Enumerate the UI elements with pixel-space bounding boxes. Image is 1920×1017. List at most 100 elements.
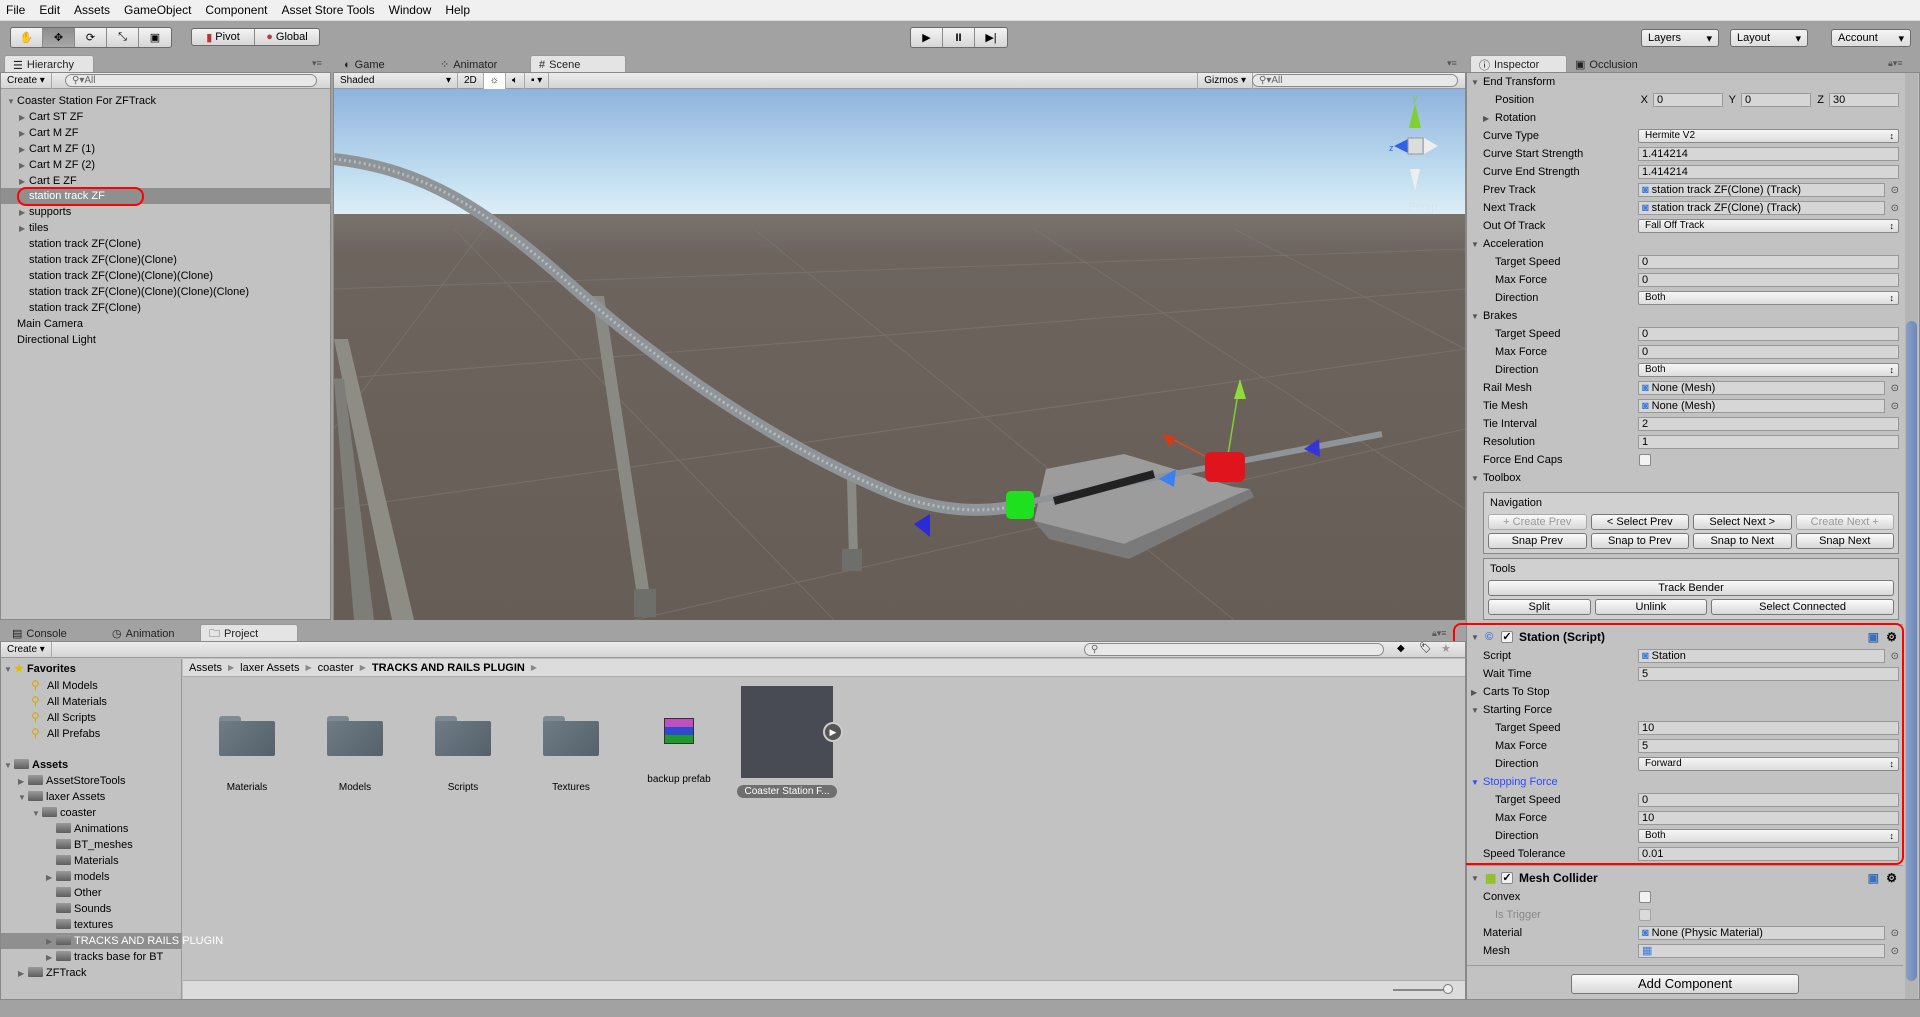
- foldout-carts-to-stop[interactable]: ▶ Carts To Stop: [1467, 683, 1903, 701]
- foldout-stopping-force[interactable]: ▼ Stopping Force: [1467, 773, 1903, 791]
- foldout-end-transform[interactable]: ▼ End Transform: [1467, 73, 1903, 91]
- folder-tree-item[interactable]: ▶ tracks base for BT: [1, 949, 182, 965]
- asset-item[interactable]: Models: [305, 686, 405, 793]
- layout-dropdown[interactable]: Layout ▾: [1730, 29, 1808, 47]
- checkbox[interactable]: [1639, 891, 1651, 903]
- tab-console[interactable]: ▤ Console: [4, 624, 104, 641]
- scrollbar-thumb[interactable]: [1906, 321, 1917, 981]
- hierarchy-item[interactable]: ▶ Cart M ZF: [1, 125, 331, 141]
- object-picker-icon[interactable]: ⊙: [1891, 203, 1899, 214]
- axis-input[interactable]: 0: [1741, 93, 1811, 107]
- favorite-item[interactable]: ⚲ All Models: [1, 677, 182, 693]
- projection-label[interactable]: Persp: [1409, 201, 1438, 213]
- icon-size-slider[interactable]: [1393, 989, 1449, 991]
- scale-tool-icon[interactable]: ⤡: [107, 28, 139, 47]
- hierarchy-item[interactable]: ▶ supports: [1, 204, 331, 220]
- slider-handle[interactable]: [1443, 984, 1453, 994]
- breadcrumb-item[interactable]: TRACKS AND RAILS PLUGIN: [372, 662, 525, 674]
- 2d-toggle[interactable]: 2D: [458, 72, 484, 89]
- folder-tree-item[interactable]: Materials: [1, 853, 182, 869]
- unlink-button[interactable]: Unlink: [1594, 599, 1708, 615]
- object-field[interactable]: ◙ Station: [1638, 649, 1885, 663]
- track-bender-button[interactable]: Track Bender: [1488, 580, 1894, 596]
- menu-assets[interactable]: Assets: [74, 3, 110, 17]
- foldout[interactable]: ▼ Acceleration: [1471, 238, 1544, 250]
- object-field[interactable]: ◙ station track ZF(Clone) (Track): [1638, 183, 1885, 197]
- inspector-scrollbar[interactable]: [1905, 73, 1918, 999]
- select-next-button[interactable]: Select Next >: [1693, 514, 1792, 530]
- tab-hierarchy[interactable]: ☰ Hierarchy: [4, 55, 94, 72]
- help-icon[interactable]: ▣: [1868, 871, 1879, 885]
- foldout-icon[interactable]: ▼: [1471, 633, 1483, 642]
- select-prev-button[interactable]: < Select Prev: [1590, 514, 1689, 530]
- dropdown[interactable]: Both: [1638, 363, 1899, 377]
- object-picker-icon[interactable]: ⊙: [1891, 401, 1899, 412]
- folder-tree-item[interactable]: ▶ TRACKS AND RAILS PLUGIN: [1, 933, 223, 949]
- play-button[interactable]: ▶: [911, 28, 943, 47]
- collapsed-arrow-icon[interactable]: ▶: [1471, 688, 1483, 697]
- dropdown[interactable]: Both: [1638, 291, 1899, 305]
- breadcrumb-item[interactable]: laxer Assets: [240, 662, 299, 674]
- object-picker-icon[interactable]: ⊙: [1891, 383, 1899, 394]
- scene-viewport[interactable]: y z Persp: [334, 89, 1465, 620]
- collapsed-arrow-icon[interactable]: ▶: [19, 126, 29, 142]
- object-picker-icon[interactable]: ⊙: [1891, 651, 1899, 662]
- tab-scene[interactable]: # Scene: [530, 55, 626, 72]
- gear-icon[interactable]: ⚙: [1886, 630, 1897, 644]
- text-input[interactable]: 1.414214: [1638, 165, 1899, 179]
- object-field[interactable]: ▦: [1638, 944, 1885, 958]
- menu-edit[interactable]: Edit: [39, 3, 60, 17]
- step-button[interactable]: ▶|: [975, 28, 1007, 47]
- global-button[interactable]: ● Global: [255, 29, 319, 45]
- hierarchy-item[interactable]: Directional Light: [1, 332, 331, 348]
- tab-inspector[interactable]: ⓘ Inspector: [1470, 55, 1567, 72]
- move-tool-icon[interactable]: ✥: [43, 28, 75, 47]
- collapsed-arrow-icon[interactable]: ▶: [46, 870, 56, 886]
- favorites-header[interactable]: ▼ ★ Favorites: [1, 661, 182, 677]
- gear-icon[interactable]: ⚙: [1886, 871, 1897, 885]
- hierarchy-item[interactable]: ▶ Cart M ZF (2): [1, 157, 331, 173]
- asset-item[interactable]: backup prefab: [629, 686, 729, 785]
- text-input[interactable]: 1: [1638, 435, 1899, 449]
- split-button[interactable]: Split: [1488, 599, 1591, 615]
- hierarchy-item[interactable]: station track ZF(Clone): [1, 300, 331, 316]
- lighting-toggle-icon[interactable]: ☼: [483, 72, 506, 89]
- tab-animator[interactable]: ⁘ Animator: [432, 55, 530, 72]
- dropdown[interactable]: Forward: [1638, 757, 1899, 771]
- favorite-item[interactable]: ⚲ All Scripts: [1, 709, 182, 725]
- foldout-icon[interactable]: ▼: [1471, 874, 1483, 883]
- foldout[interactable]: ▼ End Transform: [1471, 76, 1555, 88]
- text-input[interactable]: 10: [1638, 721, 1899, 735]
- collapsed-arrow-icon[interactable]: ▶: [19, 110, 29, 126]
- foldout-toolbox[interactable]: ▼ Toolbox: [1467, 469, 1903, 487]
- expanded-arrow-icon[interactable]: ▼: [7, 94, 17, 110]
- hierarchy-item[interactable]: ▶ Cart ST ZF: [1, 109, 331, 125]
- expanded-arrow-icon[interactable]: ▼: [4, 758, 14, 774]
- menu-component[interactable]: Component: [205, 3, 267, 17]
- axis-input[interactable]: 0: [1653, 93, 1723, 107]
- account-dropdown[interactable]: Account ▾: [1831, 29, 1911, 47]
- select-connected-button[interactable]: Select Connected: [1711, 599, 1894, 615]
- folder-tree-item[interactable]: textures: [1, 917, 182, 933]
- effects-dropdown-icon[interactable]: ▪ ▾: [525, 72, 550, 89]
- collapsed-arrow-icon[interactable]: ▶: [19, 158, 29, 174]
- panel-menu-icon[interactable]: ▾≡: [312, 58, 322, 69]
- axis-input[interactable]: 30: [1829, 93, 1899, 107]
- audio-toggle-icon[interactable]: 🔈︎: [506, 72, 525, 89]
- dropdown[interactable]: Hermite V2: [1638, 129, 1899, 143]
- hierarchy-create-button[interactable]: Create ▾: [1, 72, 52, 89]
- scene-search-input[interactable]: ⚲▾All: [1252, 74, 1458, 87]
- menu-asset-store-tools[interactable]: Asset Store Tools: [281, 3, 374, 17]
- menu-window[interactable]: Window: [389, 3, 432, 17]
- foldout[interactable]: ▼ Brakes: [1471, 310, 1517, 322]
- collapsed-arrow-icon[interactable]: ▶: [46, 950, 56, 966]
- text-input[interactable]: 0.01: [1638, 847, 1899, 861]
- hierarchy-item[interactable]: station track ZF(Clone)(Clone): [1, 252, 331, 268]
- text-input[interactable]: 0: [1638, 255, 1899, 269]
- folder-tree-item[interactable]: BT_meshes: [1, 837, 182, 853]
- preview-play-icon[interactable]: ▶: [823, 722, 843, 742]
- foldout-rotation[interactable]: ▶ Rotation: [1467, 109, 1903, 127]
- object-picker-icon[interactable]: ⊙: [1891, 928, 1899, 939]
- lock-icon[interactable]: 🔒︎▾≡: [1888, 58, 1903, 69]
- text-input[interactable]: 10: [1638, 811, 1899, 825]
